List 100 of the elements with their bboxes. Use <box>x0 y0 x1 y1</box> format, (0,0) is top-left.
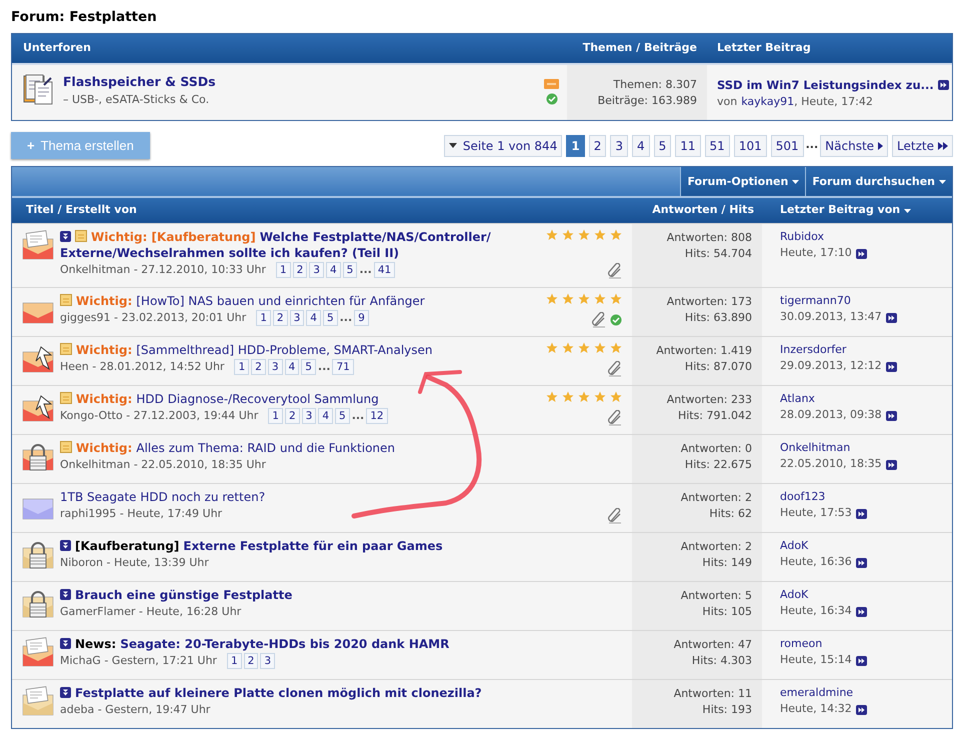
user-link[interactable]: tigermann70 <box>780 292 952 310</box>
hit-count: Hits: 791.042 <box>676 408 752 424</box>
hit-count: Hits: 54.704 <box>684 246 752 262</box>
page-link[interactable]: 2 <box>272 310 288 326</box>
star-icon <box>610 292 622 305</box>
page-link[interactable]: 1 <box>256 310 271 326</box>
hit-count: Hits: 63.890 <box>684 310 752 326</box>
star-icon <box>546 228 558 241</box>
page-link[interactable]: 1 <box>234 358 250 375</box>
page-link[interactable]: 2 <box>292 262 308 278</box>
user-link[interactable]: AdoK <box>780 538 952 554</box>
page-link[interactable]: 4 <box>326 262 341 278</box>
page-link[interactable]: 2 <box>284 408 300 424</box>
toolbar-button[interactable]: Forum durchsuchen <box>805 167 952 196</box>
last-page-button[interactable]: Letzte <box>892 134 953 156</box>
page-link[interactable]: 3 <box>290 310 304 326</box>
subforum-title[interactable]: Flashspeicher & SSDs <box>63 72 544 92</box>
toolbar-button[interactable]: Forum-Optionen <box>680 167 806 196</box>
author-line: raphi1995 - Heute, 17:49 Uhr <box>60 506 222 522</box>
user-link[interactable]: Rubidox <box>780 228 952 246</box>
page-link[interactable]: 5 <box>322 310 338 326</box>
post-time: Heute, 16:34 <box>780 603 852 620</box>
clipboard-icon <box>22 72 54 105</box>
reply-count: Antworten: 2 <box>680 490 752 506</box>
page-link[interactable]: 4 <box>306 310 321 326</box>
page-link[interactable]: 3 <box>302 408 316 424</box>
next-page-button[interactable]: Nächste <box>820 134 888 156</box>
go-to-post-icon <box>938 80 949 90</box>
user-link[interactable]: Onkelhitman <box>780 440 952 456</box>
page-link[interactable]: 3 <box>260 652 275 669</box>
star-icon <box>546 342 558 354</box>
page-link[interactable]: 4 <box>318 408 334 424</box>
page-link[interactable]: 41 <box>374 262 396 278</box>
page-button[interactable]: 4 <box>632 134 650 156</box>
topic-count: Themen: 8.307 <box>612 76 697 93</box>
page-button[interactable]: 5 <box>654 134 672 156</box>
star-icon <box>546 390 558 403</box>
user-link[interactable]: doof123 <box>780 488 952 506</box>
post-time: Heute, 15:14 <box>780 652 852 668</box>
author-line: Onkelhitman - 27.12.2010, 10:33 Uhr <box>60 262 266 278</box>
thread-title[interactable]: Brauch eine günstige Festplatte <box>60 586 547 603</box>
page-link[interactable]: 4 <box>284 358 300 375</box>
caret-icon <box>448 143 457 148</box>
go-to-post-icon <box>856 704 867 714</box>
author-line: MichaG - Gestern, 17:21 Uhr <box>60 652 217 669</box>
page-button[interactable]: 1 <box>566 134 585 156</box>
page-link[interactable]: 1 <box>268 408 283 424</box>
thread-title[interactable]: Wichtig: [Sammelthread] HDD-Probleme, SMART-Analysen <box>60 342 547 358</box>
star-icon <box>610 342 622 354</box>
page-button[interactable]: 101 <box>734 134 767 156</box>
thread-title[interactable]: Wichtig: [HowTo] NAS bauen und einrichten für Anfänger <box>60 292 547 309</box>
user-link[interactable]: AdoK <box>780 586 952 604</box>
thread-title[interactable]: [Kaufberatung] Externe Festplatte für ein paar Games <box>60 538 547 554</box>
user-link[interactable]: Atlanx <box>780 390 952 408</box>
double-caret-icon <box>938 142 948 150</box>
hit-count: Hits: 4.303 <box>690 653 752 670</box>
post-time: Heute, 17:53 <box>780 505 852 522</box>
star-icon <box>594 390 606 403</box>
page-link[interactable]: 3 <box>268 358 283 375</box>
thread-title[interactable]: 1TB Seagate HDD noch zu retten? <box>60 488 547 505</box>
page-link[interactable]: 1 <box>276 262 291 278</box>
go-to-post-icon <box>886 460 897 470</box>
page-link[interactable]: 3 <box>309 262 324 278</box>
page-button[interactable]: 501 <box>770 134 804 156</box>
page-button[interactable]: 51 <box>704 134 730 156</box>
page-link[interactable]: 12 <box>366 408 388 424</box>
page-button[interactable]: 2 <box>588 134 606 156</box>
user-link[interactable]: Inzersdorfer <box>780 342 952 358</box>
page-link[interactable]: 5 <box>301 358 316 375</box>
last-post-title[interactable]: SSD im Win7 Leistungsindex zu... <box>717 76 934 94</box>
page-link[interactable]: 9 <box>354 310 369 326</box>
page-link[interactable]: 5 <box>335 408 350 424</box>
star-icon <box>578 342 590 354</box>
hit-count: Hits: 193 <box>701 702 752 718</box>
reply-count: Antworten: 1.419 <box>655 342 752 359</box>
thread-title[interactable]: Wichtig: [Kaufberatung] Welche Festplatte/NAS/Controller/ Externe/Wechselrahmen sollte ich kaufen? (Teil II) <box>60 228 530 261</box>
hit-count: Hits: 62 <box>708 506 752 522</box>
page-link[interactable]: 2 <box>251 358 266 375</box>
page-link[interactable]: 71 <box>332 358 354 375</box>
ellipsis: ... <box>806 137 818 154</box>
page-link[interactable]: 2 <box>244 652 258 669</box>
thread-title[interactable]: Festplatte auf kleinere Platte clonen möglich mit clonezilla? <box>60 684 547 701</box>
page-link[interactable]: 5 <box>342 262 358 278</box>
user-link[interactable]: kaykay91 <box>741 95 794 108</box>
reply-count: Antworten: 2 <box>680 538 752 555</box>
user-link[interactable]: emeraldmine <box>780 684 952 702</box>
user-link[interactable]: romeon <box>780 636 952 652</box>
go-to-post-icon <box>856 558 867 568</box>
thread-title[interactable]: Wichtig: Alles zum Thema: RAID und die Funktionen <box>60 440 547 456</box>
page-link[interactable]: 1 <box>226 652 242 669</box>
page-button[interactable]: 11 <box>675 134 701 156</box>
thread-title[interactable]: Wichtig: HDD Diagnose-/Recoverytool Sammlung <box>60 390 547 407</box>
author-line: Onkelhitman - 22.05.2010, 18:35 Uhr <box>60 456 266 473</box>
star-icon <box>578 292 590 305</box>
star-icon <box>594 342 606 354</box>
caret-right-icon <box>878 142 884 150</box>
sort-menu-button[interactable]: Letzter Beitrag von <box>780 202 952 219</box>
thread-title[interactable]: News: Seagate: 20-Terabyte-HDDs bis 2020 dank HAMR <box>60 636 547 652</box>
page-button[interactable]: 3 <box>610 134 628 156</box>
page-menu-button[interactable]: Seite 1 von 844 <box>444 134 562 156</box>
